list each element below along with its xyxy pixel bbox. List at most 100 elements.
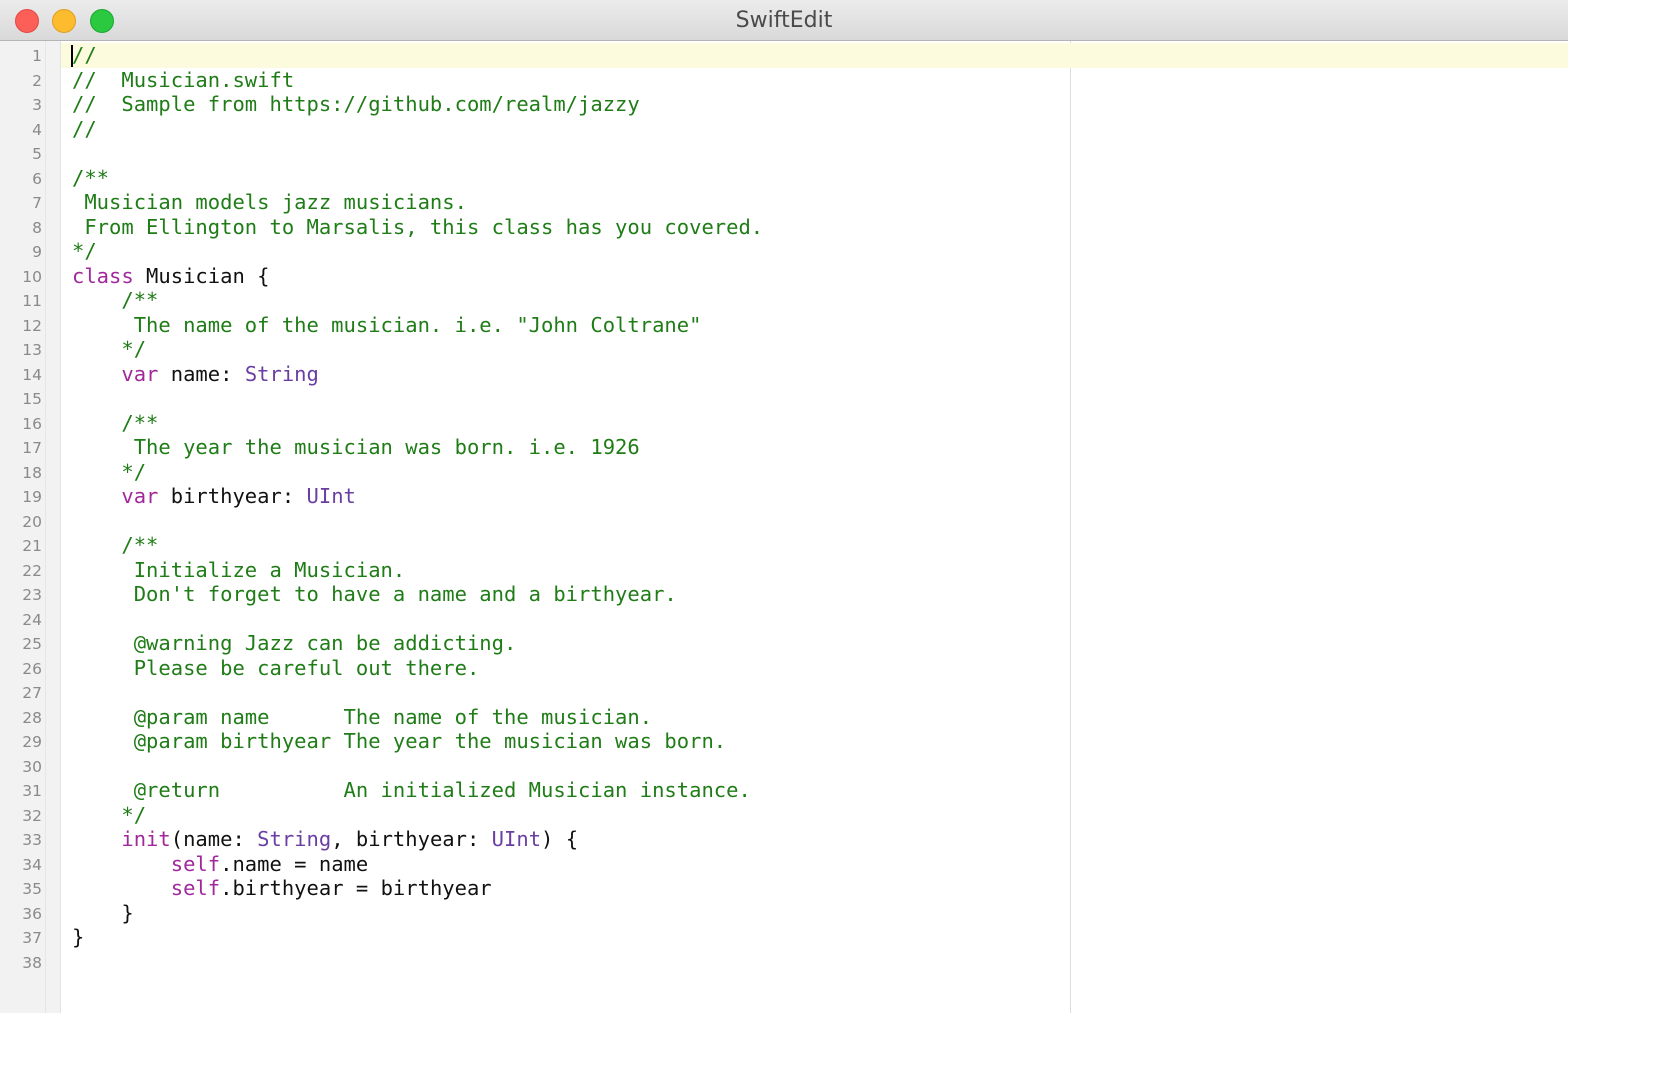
plain-token: ) { <box>541 827 579 851</box>
plain-token: name: <box>158 361 245 386</box>
code-text: From Ellington to Marsalis, this class h… <box>72 215 763 240</box>
line-number: 19 <box>22 488 42 506</box>
code-line[interactable]: 17 The year the musician was born. i.e. … <box>22 435 1568 460</box>
line-number: 17 <box>22 439 42 457</box>
code-text: /** <box>72 411 158 436</box>
line-number: 4 <box>32 120 42 139</box>
code-line[interactable]: 21 /** <box>22 533 1568 558</box>
comment-token: From Ellington to Marsalis, this class h… <box>72 214 764 239</box>
plain-token: } <box>72 900 134 925</box>
code-line[interactable]: 34 self.name = name <box>22 851 1568 877</box>
code-line[interactable]: 33 init(name: String, birthyear: UInt) { <box>22 827 1568 852</box>
code-text: class Musician { <box>72 264 269 289</box>
code-editor[interactable]: 1 // 2 // Musician.swift 3 // Sample from htt… <box>22 43 1568 1013</box>
code-line[interactable]: 6 /** <box>32 165 1568 191</box>
code-line[interactable]: 20 <box>22 509 1568 534</box>
line-number: 20 <box>22 512 42 531</box>
code-line[interactable]: 35 self.birthyear = birthyear <box>22 876 1568 901</box>
code-line[interactable]: 8 From Ellington to Marsalis, this class… <box>32 215 1568 240</box>
line-number: 10 <box>22 267 42 286</box>
comment-token: */ <box>72 239 97 263</box>
comment-token: @param name The name of the musician. <box>72 704 653 729</box>
code-line[interactable]: 2 // Musician.swift <box>32 68 1568 93</box>
code-line[interactable]: 10 class Musician { <box>22 264 1568 289</box>
code-text: */ <box>72 460 146 485</box>
comment-token: The name of the musician. i.e. "John Col… <box>72 312 702 337</box>
line-number: 25 <box>22 635 42 653</box>
type-token: String <box>257 827 332 851</box>
line-number: 6 <box>32 169 42 188</box>
code-line[interactable]: 36 } <box>22 900 1568 926</box>
code-line[interactable]: 28 @param name The name of the musician. <box>22 705 1568 730</box>
code-text: } <box>72 900 134 926</box>
type-token: String <box>244 361 319 386</box>
comment-token: /** <box>72 165 110 190</box>
keyword-token: var <box>121 484 159 508</box>
line-number: 31 <box>22 782 42 800</box>
code-line[interactable]: 37} <box>22 925 1568 950</box>
code-text: // <box>72 43 97 68</box>
line-number: 23 <box>22 586 42 604</box>
line-number: 33 <box>22 831 42 849</box>
code-text: // <box>72 117 97 142</box>
code-text: Please be careful out there. <box>72 655 480 681</box>
keyword-token: self <box>170 851 221 876</box>
code-line[interactable]: 18 */ <box>22 460 1568 485</box>
code-line[interactable]: 9 */ <box>32 239 1568 264</box>
line-number: 37 <box>22 929 42 947</box>
code-line[interactable]: 1 // <box>32 43 1568 68</box>
code-line[interactable]: 19 var birthyear: UInt <box>22 484 1568 509</box>
code-text: The name of the musician. i.e. "John Col… <box>72 312 702 338</box>
code-line[interactable]: 7 Musician models jazz musicians. <box>32 190 1568 215</box>
code-text: Don't forget to have a name and a birthy… <box>72 582 677 607</box>
title-bar[interactable]: SwiftEdit <box>0 0 1568 41</box>
line-number: 35 <box>22 880 42 898</box>
code-line[interactable]: 3 // Sample from https://github.com/realm… <box>32 92 1568 117</box>
line-number: 15 <box>22 390 42 408</box>
code-line[interactable]: 16 /** <box>22 411 1568 436</box>
code-text: Initialize a Musician. <box>72 558 406 583</box>
code-line[interactable]: 32 */ <box>22 802 1568 828</box>
code-line[interactable]: 14 var name: String <box>22 361 1568 387</box>
comment-token: */ <box>72 802 147 827</box>
code-line[interactable]: 26 Please be careful out there. <box>22 655 1568 681</box>
code-line[interactable]: 11 /** <box>22 288 1568 313</box>
type-token: UInt <box>491 827 542 851</box>
code-line[interactable]: 5 <box>32 141 1568 166</box>
code-text: @param name The name of the musician. <box>72 705 652 730</box>
line-number: 7 <box>32 194 42 212</box>
keyword-token: class <box>72 263 134 288</box>
code-line[interactable]: 38 <box>22 950 1568 975</box>
code-line[interactable]: 27 <box>22 680 1568 705</box>
code-line[interactable]: 24 <box>22 607 1568 632</box>
code-line[interactable]: 15 <box>22 386 1568 411</box>
comment-token: Please be careful out there. <box>72 655 480 680</box>
code-line[interactable]: 25 @warning Jazz can be addicting. <box>22 631 1568 656</box>
type-token: UInt <box>306 484 356 508</box>
code-text: */ <box>72 337 146 362</box>
code-text: */ <box>72 239 97 264</box>
line-number: 9 <box>32 243 42 261</box>
code-line[interactable]: 23 Don't forget to have a name and a bir… <box>22 582 1568 607</box>
code-line[interactable]: 31 @return An initialized Musician insta… <box>22 778 1568 803</box>
comment-token: */ <box>72 459 147 484</box>
code-line[interactable]: 22 Initialize a Musician. <box>22 558 1568 583</box>
code-line[interactable]: 13 */ <box>22 337 1568 362</box>
line-number: 3 <box>32 96 42 114</box>
code-line[interactable]: 30 <box>22 754 1568 779</box>
line-number: 22 <box>22 561 42 580</box>
plain-token: birthyear: <box>158 484 307 508</box>
line-number: 24 <box>22 610 42 629</box>
plain-token: } <box>72 925 85 949</box>
code-line[interactable]: 29 @param birthyear The year the musicia… <box>22 729 1568 754</box>
keyword-token: var <box>121 361 159 386</box>
code-text: /** <box>72 533 158 558</box>
code-line[interactable]: 4 // <box>32 117 1568 142</box>
comment-token: /** <box>72 288 159 312</box>
code-line[interactable]: 12 The name of the musician. i.e. "John … <box>22 312 1568 338</box>
window-title: SwiftEdit <box>735 8 833 33</box>
plain-token: .name = name <box>220 851 369 876</box>
